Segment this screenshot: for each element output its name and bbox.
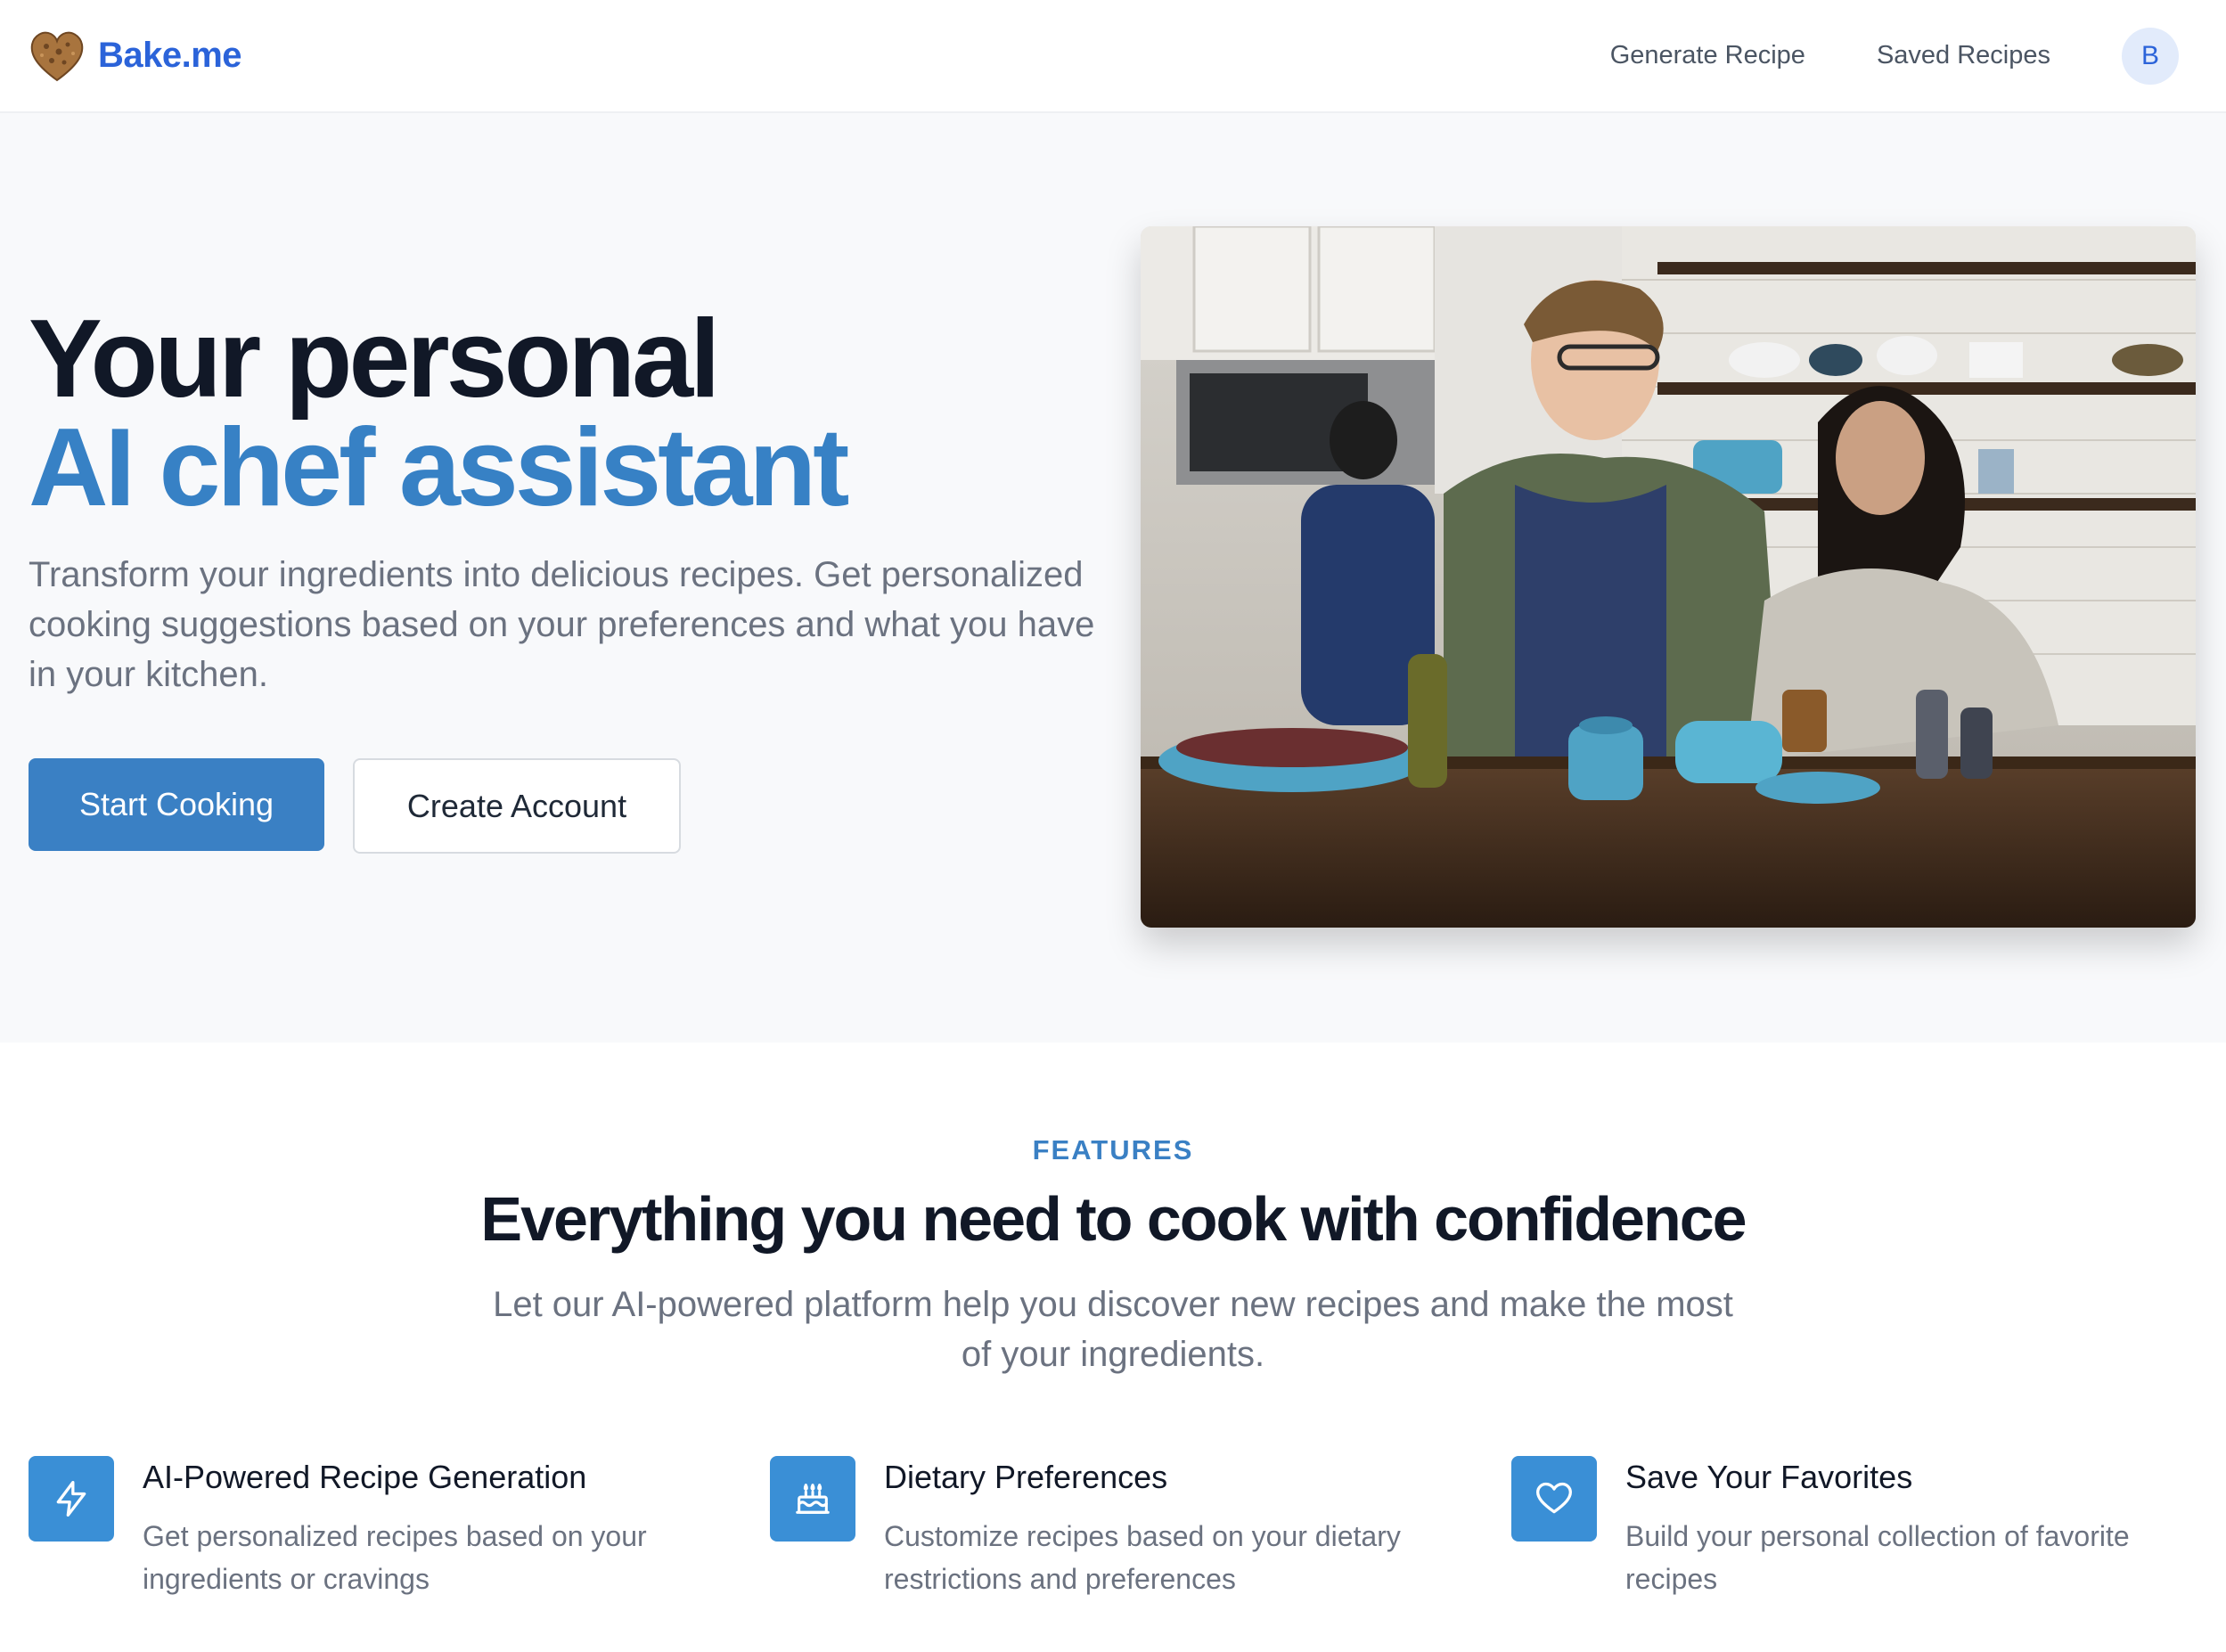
feature-title: AI-Powered Recipe Generation [143,1459,587,1495]
user-avatar-button[interactable]: B [2122,27,2179,85]
nav-generate-recipe-link[interactable]: Generate Recipe [1610,41,1805,70]
lightning-icon [29,1456,114,1542]
cake-icon [770,1456,855,1542]
kitchen-scene-illustration [1141,226,2196,928]
start-cooking-button[interactable]: Start Cooking [29,758,324,851]
feature-save-favorites: Save Your Favorites Build your personal … [1511,1456,2206,1634]
brand-logo-link[interactable]: Bake.me [29,29,242,84]
feature-ai-recipe-generation: AI-Powered Recipe Generation Get persona… [29,1456,724,1634]
hero-title-line1: Your personal [29,298,721,421]
features-subtitle: Let our AI-powered platform help you dis… [493,1285,1733,1374]
feature-description: Get personalized recipes based on your i… [143,1520,647,1595]
feature-dietary-preferences: Dietary Preferences Customize recipes ba… [770,1456,1465,1634]
heart-icon [1511,1456,1597,1542]
top-navbar: Bake.me Generate Recipe Saved Recipes B [0,0,2226,113]
brand-name: Bake.me [98,36,242,75]
nav-links: Generate Recipe Saved Recipes B [1610,27,2197,85]
feature-title: Save Your Favorites [1625,1459,1913,1495]
hero-title: Your personal AI chef assistant [29,298,849,529]
features-section: FEATURES Everything you need to cook wit… [0,1043,2226,1652]
nav-saved-recipes-link[interactable]: Saved Recipes [1877,41,2050,70]
create-account-button[interactable]: Create Account [353,758,681,854]
feature-description: Customize recipes based on your dietary … [884,1520,1401,1595]
hero-kitchen-photo [1141,226,2196,928]
heart-cookie-logo-icon [30,31,84,81]
feature-description: Build your personal collection of favori… [1625,1520,2130,1595]
hero-title-line2: AI chef assistant [29,406,849,529]
features-eyebrow: FEATURES [1032,1134,1194,1165]
hero-description: Transform your ingredients into deliciou… [29,555,1095,694]
feature-title: Dietary Preferences [884,1459,1168,1495]
hero-section: Your personal AI chef assistant Transfor… [0,113,2226,1043]
features-title: Everything you need to cook with confide… [480,1184,1747,1254]
